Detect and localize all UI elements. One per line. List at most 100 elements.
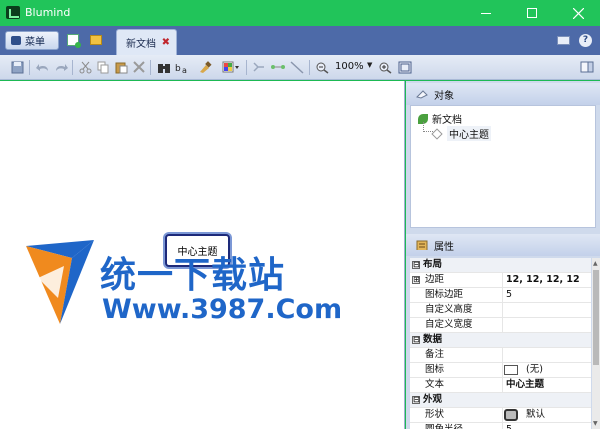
toolbar-separator (29, 60, 30, 75)
tree-connector (423, 122, 433, 132)
property-row[interactable]: 自定义高度 (410, 303, 591, 318)
title-bar: Blumind (0, 0, 600, 26)
color-theme-icon[interactable] (222, 61, 239, 74)
collapse-icon[interactable]: ⊟ (412, 336, 420, 344)
svg-text:a: a (182, 66, 187, 74)
toolbar-separator (246, 60, 247, 75)
property-value[interactable]: 12, 12, 12, 12 (506, 273, 580, 287)
close-icon (572, 7, 584, 19)
tab-close-icon[interactable]: ✖ (162, 37, 170, 48)
maximize-icon (527, 8, 537, 18)
shape-preview-icon[interactable] (504, 409, 518, 421)
redo-icon[interactable] (54, 61, 68, 74)
property-name: 边距 (425, 274, 445, 285)
menu-icon (11, 36, 21, 45)
property-name: 圆角半径 (425, 423, 463, 429)
property-value[interactable]: 默认 (526, 408, 545, 422)
format-painter-icon[interactable] (198, 61, 212, 74)
property-value[interactable]: 中心主题 (506, 378, 544, 392)
cut-icon[interactable] (78, 61, 92, 74)
chevron-down-icon[interactable]: ▼ (367, 61, 372, 69)
toolbar-separator (72, 60, 73, 75)
section-label: 数据 (423, 334, 443, 345)
objects-panel-header: 对象 (406, 83, 600, 105)
right-panel: 对象 新文档 中心主题 属性 ⊟ 布局 ⊞ 边距 12, 12, 12, 12 图标边距 5… (406, 81, 600, 429)
undo-icon[interactable] (36, 61, 50, 74)
app-logo-icon (6, 6, 20, 19)
main-menu-button[interactable]: 菜单 (5, 31, 59, 50)
watermark-text: 统一下载站 (100, 255, 286, 296)
icon-swatch[interactable] (504, 365, 518, 375)
property-row[interactable]: 自定义宽度 (410, 318, 591, 333)
scroll-up-icon[interactable]: ▲ (593, 260, 598, 267)
replace-icon[interactable]: ba (175, 61, 189, 75)
property-value[interactable]: 5 (506, 288, 512, 302)
close-window-button[interactable] (555, 0, 600, 26)
help-icon[interactable]: ? (579, 34, 592, 47)
scrollbar-thumb[interactable] (593, 270, 599, 365)
collapse-icon[interactable]: ⊟ (412, 396, 420, 404)
delete-icon[interactable] (132, 61, 146, 74)
objects-tree: 新文档 中心主题 (410, 105, 596, 228)
new-document-icon[interactable] (67, 34, 81, 48)
window-title: Blumind (25, 6, 71, 19)
property-section[interactable]: ⊟ 外观 (410, 393, 591, 408)
objects-panel-title: 对象 (434, 90, 454, 102)
svg-text:b: b (175, 64, 181, 74)
property-section[interactable]: ⊟ 布局 (410, 258, 591, 273)
property-name: 图标边距 (425, 289, 464, 300)
column-divider (502, 303, 503, 318)
property-value[interactable]: 5 (506, 423, 512, 429)
toolbar: ba 100% ▼ (0, 55, 600, 80)
save-icon[interactable] (10, 61, 24, 74)
zoom-out-icon[interactable] (315, 61, 329, 74)
objects-icon (416, 90, 428, 99)
main-menu-label: 菜单 (25, 37, 45, 48)
tree-child-item[interactable]: 中心主题 (431, 126, 491, 141)
property-name: 备注 (425, 349, 445, 360)
connector-icon[interactable] (270, 61, 285, 74)
toolbar-separator (150, 60, 151, 75)
column-divider (502, 363, 503, 378)
tab-new-document[interactable]: 新文档 ✖ (116, 29, 177, 55)
expand-icon[interactable]: ⊞ (412, 276, 420, 284)
paste-icon[interactable] (114, 61, 128, 74)
property-name: 形状 (425, 409, 445, 420)
minimize-icon (481, 12, 491, 14)
zoom-in-icon[interactable] (378, 61, 392, 74)
property-row[interactable]: 备注 (410, 348, 591, 363)
tab-strip: 菜单 新文档 ✖ ? (0, 26, 600, 55)
property-section[interactable]: ⊟ 数据 (410, 333, 591, 348)
find-icon[interactable] (157, 61, 171, 74)
minimize-button[interactable] (463, 0, 509, 26)
properties-grid: ⊟ 布局 ⊞ 边距 12, 12, 12, 12 图标边距 5 自定义高度 自定义宽度 ⊟ 数据 备注… (410, 258, 591, 429)
copy-icon[interactable] (96, 61, 110, 74)
topic-node-icon (431, 127, 443, 140)
tree-root-label: 新文档 (432, 115, 462, 126)
link-icon[interactable] (252, 61, 266, 74)
property-name: 图标 (425, 364, 445, 375)
property-row[interactable]: 图标边距 5 (410, 288, 591, 303)
zoom-level[interactable]: 100% (335, 61, 364, 72)
property-row[interactable]: 图标 (无) (410, 363, 591, 378)
fit-window-icon[interactable] (398, 61, 412, 74)
panel-toggle-icon[interactable] (557, 36, 570, 45)
property-value[interactable]: (无) (526, 363, 543, 377)
property-row[interactable]: 文本 中心主题 (410, 378, 591, 393)
column-divider (502, 423, 503, 429)
property-name: 自定义高度 (425, 304, 473, 315)
property-row[interactable]: 圆角半径 5 (410, 423, 591, 429)
section-label: 布局 (423, 259, 443, 270)
property-row[interactable]: 形状 默认 (410, 408, 591, 423)
scroll-down-icon[interactable]: ▼ (593, 420, 598, 427)
property-row[interactable]: ⊞ 边距 12, 12, 12, 12 (410, 273, 591, 288)
properties-panel-title: 属性 (434, 241, 454, 253)
watermark-logo-icon (26, 240, 94, 324)
maximize-button[interactable] (509, 0, 555, 26)
properties-icon (416, 240, 428, 250)
collapse-icon[interactable]: ⊟ (412, 261, 420, 269)
sidebar-toggle-icon[interactable] (580, 61, 594, 74)
properties-scrollbar[interactable]: ▲ ▼ (592, 258, 600, 429)
open-folder-icon[interactable] (90, 35, 102, 45)
line-icon[interactable] (290, 61, 304, 74)
